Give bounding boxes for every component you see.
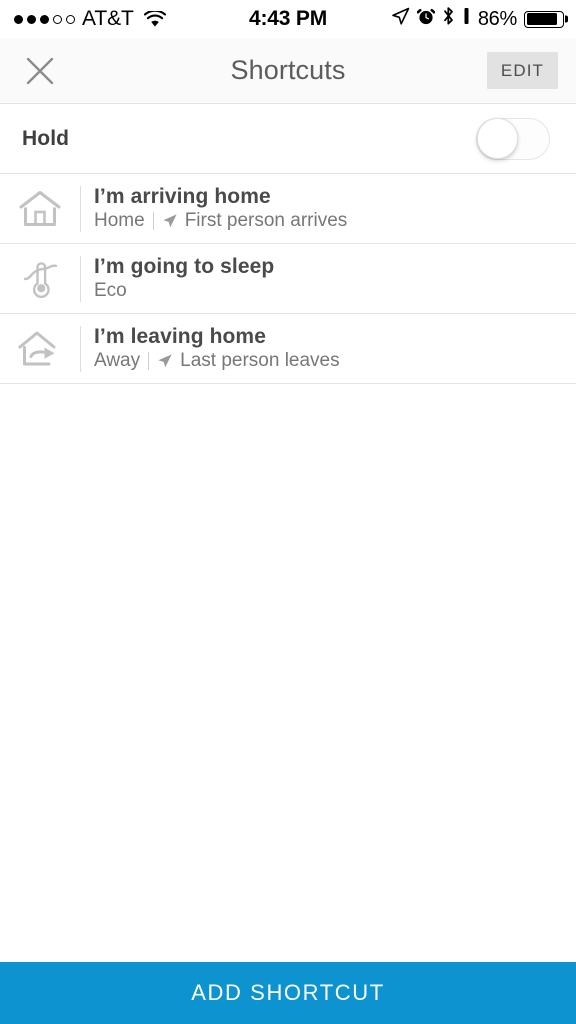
hold-toggle-knob (476, 118, 518, 159)
hold-label: Hold (22, 126, 70, 150)
add-shortcut-button[interactable]: ADD SHORTCUT (0, 962, 576, 1024)
signal-dot-filled (40, 14, 49, 24)
signal-dot-filled (14, 14, 23, 24)
shortcut-subtitle: Eco (94, 279, 274, 302)
shortcut-mode: Home (94, 209, 145, 231)
hold-row[interactable]: Hold (0, 104, 576, 174)
status-bar-left: AT&T (14, 7, 166, 31)
shortcut-text: I’m arriving home Home First person arri… (81, 184, 348, 232)
shortcut-title: I’m leaving home (94, 324, 266, 348)
bluetooth-icon (442, 6, 455, 32)
navigation-arrow-icon (157, 353, 173, 369)
status-bar: AT&T 4:43 PM 86% (0, 0, 576, 38)
battery-icon (524, 10, 564, 28)
navigation-bar: Shortcuts EDIT (0, 38, 576, 104)
status-bar-right: 86% (391, 6, 564, 32)
shortcut-subtitle: Away Last person leaves (94, 349, 340, 372)
signal-dot-filled (27, 14, 36, 24)
signal-dot-empty (66, 14, 75, 24)
shortcut-trigger: First person arrives (184, 209, 348, 231)
shortcut-subtitle: Home First person arrives (94, 209, 348, 232)
signal-strength-dots (14, 14, 75, 24)
shortcut-row[interactable]: I’m arriving home Home First person arri… (0, 174, 576, 244)
battery-percent-label: 86% (477, 7, 517, 30)
portrait-lock-icon (462, 7, 471, 31)
alarm-clock-icon (416, 7, 436, 32)
shortcut-title: I’m going to sleep (94, 254, 275, 278)
app-root: AT&T 4:43 PM 86% Shortcuts EDIT Hold I’m… (0, 0, 576, 1024)
subtitle-separator (148, 352, 150, 371)
house-icon (0, 188, 80, 230)
subtitle-separator (152, 212, 154, 231)
shortcut-text: I’m going to sleep Eco (81, 254, 275, 302)
shortcut-title: I’m arriving home (94, 184, 271, 208)
hold-toggle[interactable] (476, 117, 550, 160)
location-arrow-icon (391, 7, 410, 32)
shortcut-trigger: Last person leaves (180, 349, 340, 371)
shortcut-row[interactable]: I’m leaving home Away Last person leaves (0, 314, 576, 384)
shortcut-list: I’m arriving home Home First person arri… (0, 174, 576, 384)
wifi-icon (143, 10, 166, 28)
carrier-label: AT&T (82, 7, 134, 30)
shortcut-row[interactable]: I’m going to sleep Eco (0, 244, 576, 314)
signal-dot-empty (53, 14, 62, 24)
navigation-arrow-icon (162, 213, 178, 229)
battery-fill (526, 13, 557, 25)
house-leaving-icon (0, 328, 80, 370)
edit-button[interactable]: EDIT (486, 52, 558, 89)
empty-content-area (0, 384, 576, 962)
thermometer-eco-icon (0, 257, 80, 301)
close-x-icon[interactable] (18, 49, 62, 93)
shortcut-mode: Eco (94, 279, 127, 301)
shortcut-text: I’m leaving home Away Last person leaves (81, 324, 340, 372)
shortcut-mode: Away (94, 349, 141, 371)
